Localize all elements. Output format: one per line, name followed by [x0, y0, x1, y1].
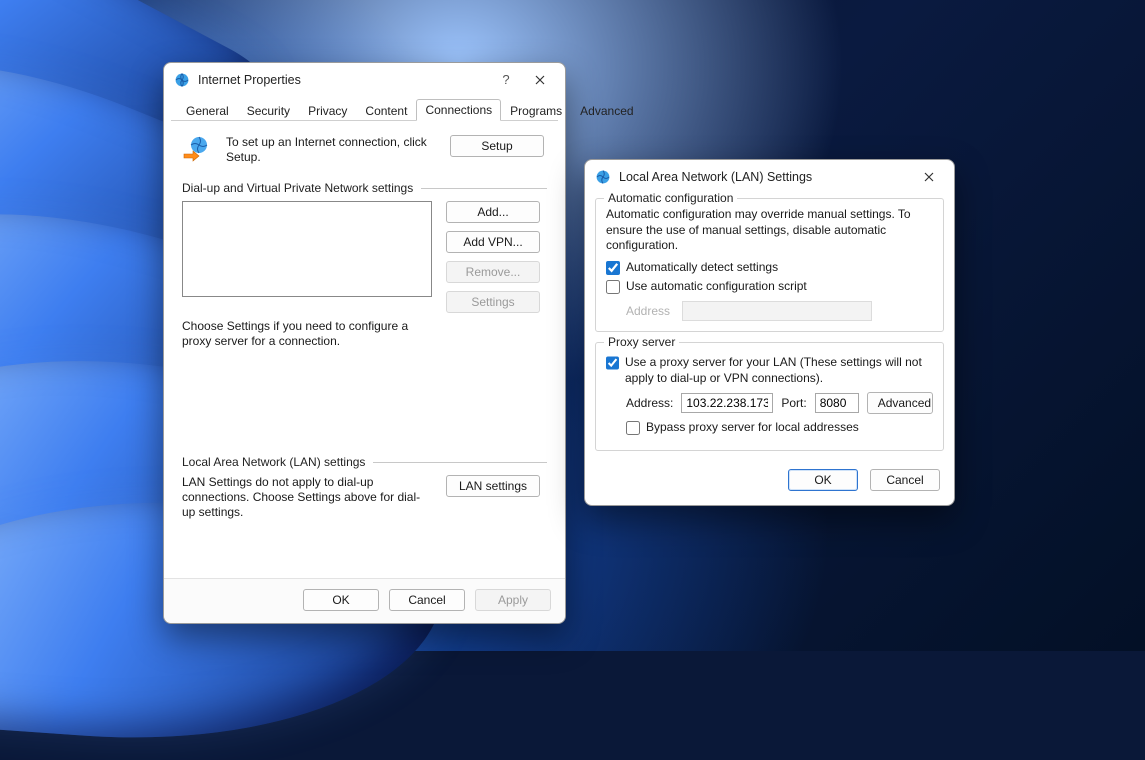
bypass-local-label[interactable]: Bypass proxy server for local addresses [646, 420, 859, 436]
proxy-port-label: Port: [781, 396, 806, 410]
internet-options-icon [174, 72, 190, 88]
use-proxy-label[interactable]: Use a proxy server for your LAN (These s… [625, 355, 933, 386]
internet-options-icon [595, 169, 611, 185]
auto-config-description: Automatic configuration may override man… [606, 207, 933, 254]
proxy-port-input[interactable] [815, 393, 859, 413]
lan-settings-dialog: Local Area Network (LAN) Settings Automa… [584, 159, 955, 506]
lan-hint: LAN Settings do not apply to dial-up con… [182, 475, 432, 520]
tab-advanced[interactable]: Advanced [571, 100, 642, 121]
connection-wizard-icon [182, 135, 212, 163]
close-button[interactable] [523, 67, 557, 93]
dialog-button-bar: OK Cancel [585, 461, 954, 505]
ok-button[interactable]: OK [303, 589, 379, 611]
add-button[interactable]: Add... [446, 201, 540, 223]
choose-settings-hint: Choose Settings if you need to configure… [182, 319, 432, 349]
group-lan-label: Local Area Network (LAN) settings [182, 455, 365, 469]
ok-button[interactable]: OK [788, 469, 858, 491]
group-label: Automatic configuration [604, 191, 737, 205]
apply-button: Apply [475, 589, 551, 611]
tabstrip: General Security Privacy Content Connect… [171, 97, 558, 121]
cancel-button[interactable]: Cancel [389, 589, 465, 611]
tab-privacy[interactable]: Privacy [299, 100, 356, 121]
dialog-button-bar: OK Cancel Apply [164, 578, 565, 623]
titlebar[interactable]: Internet Properties ? [164, 63, 565, 97]
proxy-address-input[interactable] [681, 393, 773, 413]
add-vpn-button[interactable]: Add VPN... [446, 231, 540, 253]
proxy-address-label: Address: [626, 396, 673, 410]
tab-security[interactable]: Security [238, 100, 299, 121]
remove-button: Remove... [446, 261, 540, 283]
internet-properties-dialog: Internet Properties ? General Security P… [163, 62, 566, 624]
tab-general[interactable]: General [177, 100, 238, 121]
connections-listbox[interactable] [182, 201, 432, 297]
window-title: Internet Properties [198, 73, 301, 87]
setup-button[interactable]: Setup [450, 135, 544, 157]
group-dialup-label: Dial-up and Virtual Private Network sett… [182, 181, 413, 195]
tab-connections[interactable]: Connections [416, 99, 501, 121]
group-label: Proxy server [604, 335, 679, 349]
cancel-button[interactable]: Cancel [870, 469, 940, 491]
close-button[interactable] [912, 164, 946, 190]
script-address-input [682, 301, 872, 321]
titlebar[interactable]: Local Area Network (LAN) Settings [585, 160, 954, 194]
bypass-local-checkbox[interactable] [626, 421, 640, 435]
group-dialup-title: Dial-up and Virtual Private Network sett… [182, 181, 547, 195]
intro-text: To set up an Internet connection, click … [226, 135, 436, 165]
tab-content[interactable]: Content [356, 100, 416, 121]
auto-detect-checkbox[interactable] [606, 261, 620, 275]
auto-script-label[interactable]: Use automatic configuration script [626, 279, 807, 295]
script-address-label: Address [626, 304, 674, 318]
group-lan-title: Local Area Network (LAN) settings [182, 455, 547, 469]
auto-detect-label[interactable]: Automatically detect settings [626, 260, 778, 276]
help-button[interactable]: ? [489, 67, 523, 93]
settings-button: Settings [446, 291, 540, 313]
proxy-server-group: Proxy server Use a proxy server for your… [595, 342, 944, 451]
advanced-button[interactable]: Advanced [867, 392, 933, 414]
window-title: Local Area Network (LAN) Settings [619, 170, 812, 184]
lan-settings-button[interactable]: LAN settings [446, 475, 540, 497]
tab-programs[interactable]: Programs [501, 100, 571, 121]
auto-script-checkbox[interactable] [606, 280, 620, 294]
use-proxy-checkbox[interactable] [606, 356, 619, 370]
automatic-configuration-group: Automatic configuration Automatic config… [595, 198, 944, 332]
